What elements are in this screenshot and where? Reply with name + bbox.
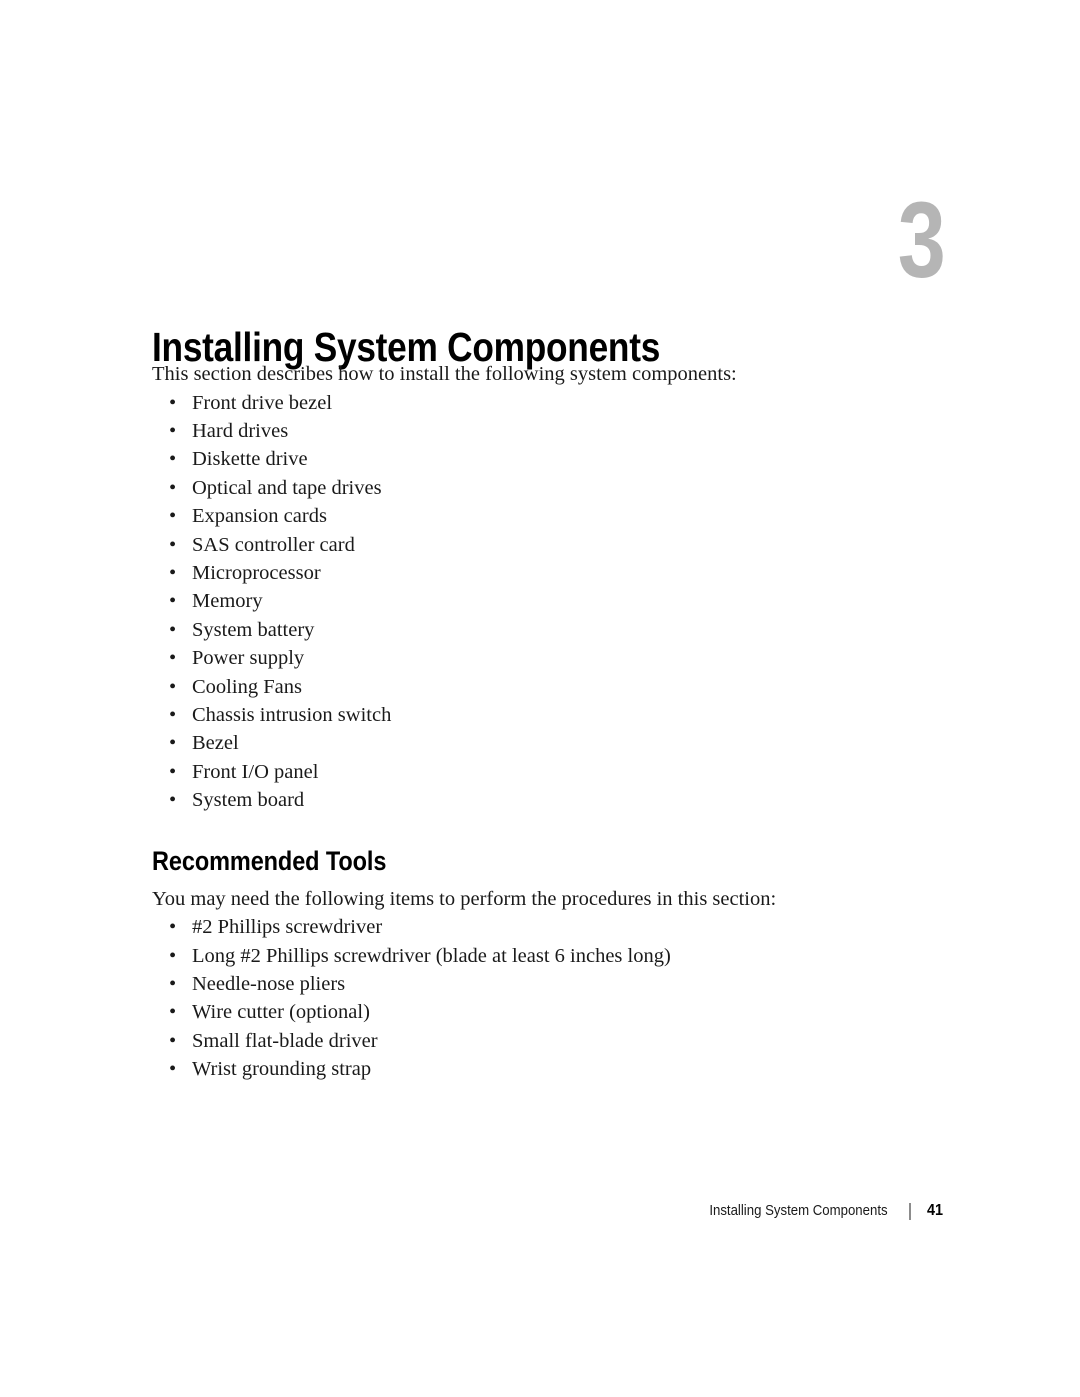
bullet-icon: • [169,916,177,939]
page-footer: Installing System Components 41 [0,1198,945,1224]
bullet-icon: • [169,703,177,726]
list-item: • Expansion cards [152,502,942,530]
list-item: • Memory [152,587,942,615]
list-item: • Cooling Fans [152,673,942,701]
component-item-label: Power supply [192,647,305,670]
component-item-label: Front I/O panel [192,760,319,783]
list-item: • Wire cutter (optional) [152,998,942,1026]
bullet-icon: • [169,561,177,584]
bullet-icon: • [169,533,177,556]
chapter-number: 3 [897,179,946,300]
component-item-label: Hard drives [192,419,289,442]
list-item: • Diskette drive [152,445,942,473]
component-item-label: System board [192,789,305,812]
list-item: • Bezel [152,729,942,757]
list-item: • System board [152,786,942,814]
footer-page-number: 41 [927,1202,944,1219]
intro-paragraph: This section describes how to install th… [152,363,737,385]
list-item: • Power supply [152,644,942,672]
bullet-icon: • [169,760,177,783]
bullet-icon: • [169,590,177,613]
bullet-icon: • [169,419,177,442]
bullet-icon: • [169,972,177,995]
tool-item-label: Small flat-blade driver [192,1029,378,1052]
component-item-label: System battery [192,618,315,641]
bullet-icon: • [169,1001,177,1024]
list-item: • Needle-nose pliers [152,970,942,998]
component-item-label: Optical and tape drives [192,476,382,499]
bullet-icon: • [169,391,177,414]
list-item: • SAS controller card [152,531,942,559]
tool-item-label: Needle-nose pliers [192,972,346,995]
bullet-icon: • [169,505,177,528]
component-item-label: Front drive bezel [192,391,333,414]
component-item-label: Bezel [192,732,239,755]
recommended-tools-list: • #2 Phillips screwdriver • Long #2 Phillip… [152,913,942,1083]
tool-item-label: Wrist grounding strap [192,1058,372,1081]
footer-title: Installing System Components [708,1202,888,1219]
list-item: • #2 Phillips screwdriver [152,913,942,941]
bullet-icon: • [169,1058,177,1081]
bullet-icon: • [169,944,177,967]
list-item: • Small flat-blade driver [152,1027,942,1055]
bullet-icon: • [169,448,177,471]
component-item-label: Memory [192,590,263,613]
components-list: • Front drive bezel • Hard drives • Diskette … [152,389,942,815]
bullet-icon: • [169,647,177,670]
list-item: • Microprocessor [152,559,942,587]
tool-item-label: Long #2 Phillips screwdriver (blade at l… [192,944,671,967]
bullet-icon: • [169,675,177,698]
tool-item-label: Wire cutter (optional) [192,1001,370,1024]
bullet-icon: • [169,476,177,499]
component-item-label: Diskette drive [192,448,308,471]
component-item-label: Expansion cards [192,505,327,528]
bullet-icon: • [169,618,177,641]
page-content: This section describes how to install th… [152,360,942,1084]
bullet-icon: • [169,789,177,812]
component-item-label: Chassis intrusion switch [192,703,392,726]
footer-separator-rule [909,1202,912,1220]
component-item-label: Microprocessor [192,561,321,584]
document-page: 3 Installing System Components This sect… [0,0,1080,1397]
list-item: • Long #2 Phillips screwdriver (blade at … [152,942,942,970]
list-item: • Wrist grounding strap [152,1055,942,1083]
list-item: • Hard drives [152,417,942,445]
list-item: • System battery [152,616,942,644]
section-heading-recommended-tools: Recommended Tools [152,845,387,876]
recommended-tools-intro: You may need the following items to perf… [152,887,777,910]
bullet-icon: • [169,732,177,755]
bullet-icon: • [169,1029,177,1052]
list-item: • Front I/O panel [152,758,942,786]
list-item: • Chassis intrusion switch [152,701,942,729]
list-item: • Optical and tape drives [152,474,942,502]
tool-item-label: #2 Phillips screwdriver [192,916,383,939]
list-item: • Front drive bezel [152,389,942,417]
component-item-label: SAS controller card [192,533,355,556]
component-item-label: Cooling Fans [192,675,302,698]
